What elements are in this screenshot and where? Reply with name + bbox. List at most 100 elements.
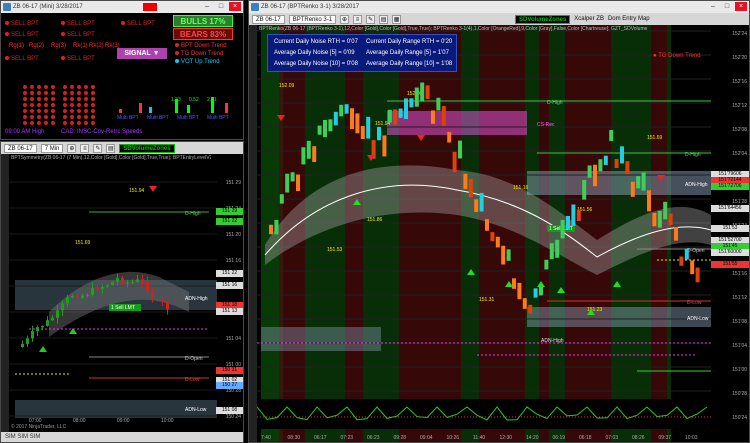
trend-tg: TG Down Trend bbox=[175, 51, 223, 57]
right-axis-tick: 151'04 bbox=[732, 343, 747, 349]
right-titlebar[interactable]: ZB 06-17 (BPTRenko 3-1) 3/28/2017 – □ × bbox=[249, 1, 749, 13]
noise-range-infobox: Current Daily Noise RTH = 0'07 Average D… bbox=[267, 34, 457, 72]
right-price-label: 151.53 bbox=[327, 247, 343, 253]
right-properties-button[interactable]: ≡ bbox=[353, 14, 363, 24]
right-minimize-button[interactable]: – bbox=[707, 2, 719, 11]
signal-sell-bpt-7: SELL BPT bbox=[61, 56, 95, 62]
left-axis-price-tag: 151 13 bbox=[216, 308, 243, 315]
left-time-tick: 09:00 bbox=[117, 418, 130, 424]
left-chart-plot[interactable]: D-High ADN-High D-Open D-Low ADN-Low 151.69 15… bbox=[9, 162, 217, 424]
bulls-percentage: BULLS 17% bbox=[173, 15, 233, 27]
bears-percentage: BEARS 83% bbox=[173, 28, 233, 40]
right-renko-brick bbox=[571, 204, 576, 226]
right-time-tick: 11:40 bbox=[473, 435, 485, 441]
right-renko-brick bbox=[468, 178, 473, 198]
right-renko-brick bbox=[382, 135, 387, 157]
right-sdvolumezones-tag[interactable]: SDVolumeZones bbox=[515, 14, 571, 24]
right-chart-trader-button[interactable]: ▦ bbox=[392, 14, 402, 24]
left-axis-price-tag: 151 22 bbox=[216, 218, 243, 225]
left-instrument-select[interactable]: ZB 06-17 bbox=[4, 143, 37, 153]
right-time-tick: 12:30 bbox=[500, 435, 513, 441]
trend-bpt: BPT Down Trend bbox=[175, 43, 227, 49]
right-renko-brick bbox=[339, 104, 344, 117]
trend-vot: VOT Up Trend bbox=[175, 59, 220, 65]
dom-entry-map-label[interactable]: Dom Entry Map bbox=[608, 16, 650, 22]
left-candle bbox=[51, 317, 54, 321]
right-close-button[interactable]: × bbox=[735, 2, 747, 11]
xcalper-label[interactable]: Xcalper ZB bbox=[574, 16, 604, 22]
right-time-tick: 10:26 bbox=[447, 435, 460, 441]
left-candle bbox=[126, 282, 129, 284]
right-zoom-button[interactable]: ⊕ bbox=[340, 14, 350, 24]
right-renko-brick bbox=[501, 245, 506, 265]
right-price-label: 151.31 bbox=[479, 297, 495, 303]
right-session-band bbox=[345, 25, 363, 442]
alert-indicator bbox=[143, 3, 157, 11]
maximize-button[interactable]: □ bbox=[215, 2, 227, 11]
rk-label-1: Rk(1) bbox=[73, 43, 88, 49]
right-menu-button[interactable]: ▤ bbox=[379, 14, 389, 24]
left-axis-tick: 151 29 bbox=[225, 180, 241, 186]
info-avg-noise-5: Average Daily Noise [5] = 0'09 bbox=[274, 50, 355, 56]
right-renko-brick bbox=[549, 243, 554, 260]
right-renko-brick bbox=[431, 110, 435, 124]
signal-sell-bpt-3: SELL BPT bbox=[121, 21, 155, 27]
right-session-band bbox=[461, 25, 479, 442]
right-interval-select[interactable]: BPTRenko 3-1 bbox=[288, 14, 337, 24]
right-dopen-label: D-Open bbox=[687, 248, 705, 254]
right-renko-brick bbox=[506, 249, 511, 261]
left-bottom-tabs[interactable]: SIM SIM SIM bbox=[1, 432, 243, 442]
right-time-tick: 10:03 bbox=[685, 435, 698, 441]
left-draw-button[interactable]: ✎ bbox=[93, 143, 103, 153]
right-renko-brick bbox=[533, 288, 538, 298]
right-axis-tick: 151'12 bbox=[732, 295, 747, 301]
left-price-axis[interactable]: 151 29151 24151 20151 16151 12151 08151 … bbox=[215, 162, 243, 424]
right-volume-zone-lower bbox=[527, 307, 711, 327]
right-renko-brick bbox=[587, 165, 592, 178]
right-renko-brick bbox=[447, 131, 452, 143]
right-renko-brick bbox=[436, 97, 441, 111]
minimize-button[interactable]: – bbox=[201, 2, 213, 11]
left-menu-button[interactable]: ▤ bbox=[106, 143, 116, 153]
left-axis-tick: 151 16 bbox=[225, 258, 241, 264]
right-renko-brick bbox=[414, 87, 419, 107]
right-drawing-toolbar[interactable] bbox=[249, 25, 257, 442]
right-renko-brick bbox=[576, 209, 581, 221]
analyzer-titlebar[interactable]: ZB 06-17 (Mini) 3/28/2017 – □ × bbox=[1, 1, 243, 13]
left-zoom-button[interactable]: ⊕ bbox=[67, 143, 77, 153]
left-interval-select[interactable]: 7 Min bbox=[40, 143, 64, 153]
signal-dropdown[interactable]: SIGNAL ▼ bbox=[117, 48, 167, 59]
right-renko-brick bbox=[566, 215, 570, 230]
right-chart-plot[interactable]: D-High D-High ADN-High CS-Rec D-Open D-Low ADN… bbox=[257, 25, 711, 443]
left-sdvolumezones-tag[interactable]: SDVolumeZones bbox=[119, 143, 175, 153]
left-drawing-toolbar[interactable] bbox=[1, 154, 9, 432]
left-candle bbox=[81, 295, 84, 298]
right-instrument-select[interactable]: ZB 06-17 bbox=[252, 14, 285, 24]
right-price-axis[interactable]: 152'24152'20152'16152'12152'08152'04152'… bbox=[709, 25, 749, 442]
left-candle bbox=[36, 327, 39, 332]
left-candle bbox=[71, 296, 74, 298]
right-renko-brick bbox=[647, 190, 651, 212]
right-axis-tick: 152'04 bbox=[732, 151, 747, 157]
right-time-tick: 06:23 bbox=[367, 435, 380, 441]
right-axis-tick: 152'20 bbox=[732, 55, 747, 61]
left-chart-window: ZB 06-17 7 Min ⊕ ≡ ✎ ▤ SDVolumeZones BPT… bbox=[0, 141, 244, 443]
right-time-tick: 09:04 bbox=[420, 435, 433, 441]
left-axis-tick: 150 24 bbox=[225, 414, 241, 420]
right-renko-brick bbox=[641, 172, 646, 191]
left-down-arrow bbox=[149, 186, 157, 192]
right-renko-brick bbox=[517, 282, 522, 300]
right-renko-brick bbox=[474, 199, 479, 212]
left-sell-lmt-label: 1 Sell LMT bbox=[111, 305, 135, 311]
right-renko-brick bbox=[690, 260, 695, 275]
left-candle bbox=[61, 303, 64, 311]
left-properties-button[interactable]: ≡ bbox=[80, 143, 90, 153]
left-axis-price-tag: 150 27 bbox=[216, 382, 243, 389]
right-maximize-button[interactable]: □ bbox=[721, 2, 733, 11]
right-axis-tick: 151'16 bbox=[732, 271, 747, 277]
left-chart-header: BPTSymmetry(ZB 06-17 (7 Min),12,Color [G… bbox=[11, 155, 211, 161]
left-candle bbox=[141, 279, 144, 283]
close-button[interactable]: × bbox=[229, 2, 241, 11]
right-chart-window: ZB 06-17 (BPTRenko 3-1) 3/28/2017 – □ × … bbox=[248, 0, 750, 443]
right-draw-button[interactable]: ✎ bbox=[366, 14, 376, 24]
